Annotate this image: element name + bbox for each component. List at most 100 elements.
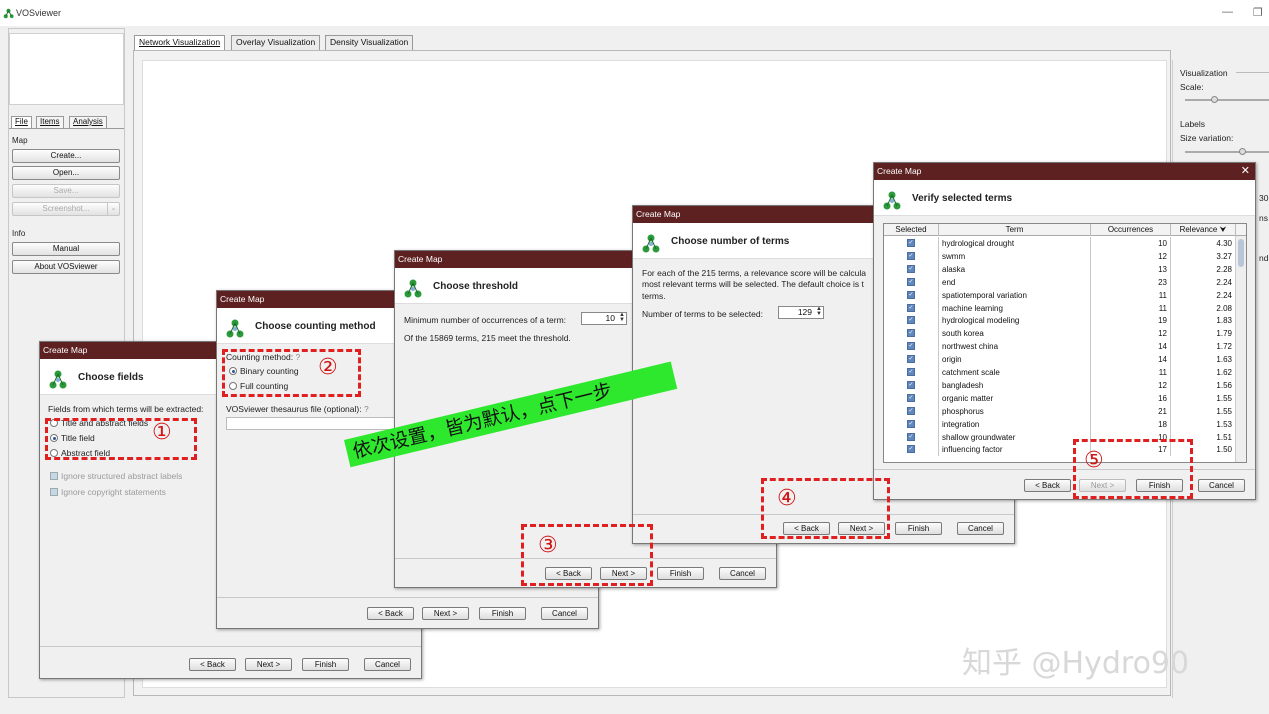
cancel-button[interactable]: Cancel — [957, 522, 1004, 535]
selected-cell: ✓ — [884, 366, 939, 379]
cancel-button[interactable]: Cancel — [1198, 479, 1245, 492]
manual-button[interactable]: Manual — [12, 242, 120, 256]
stepper-arrows-icon[interactable]: ▲ ▼ — [816, 306, 822, 317]
terms-table[interactable]: Selected Term Occurrences Relevance ⮟ ✓ h… — [883, 223, 1247, 463]
num-terms-stepper[interactable]: 129 ▲ ▼ — [778, 306, 824, 319]
occurrences-cell: 12 — [1091, 327, 1171, 341]
column-term[interactable]: Term — [939, 224, 1091, 236]
selected-checkbox[interactable]: ✓ — [907, 290, 915, 299]
table-row[interactable]: ✓ northwest china 14 1.72 — [884, 340, 1236, 354]
selected-checkbox[interactable]: ✓ — [907, 419, 915, 428]
tab-network-visualization[interactable]: Network Visualization — [134, 35, 226, 50]
term-cell: catchment scale — [939, 366, 1091, 379]
selected-checkbox[interactable]: ✓ — [907, 329, 915, 338]
selected-checkbox[interactable]: ✓ — [907, 342, 915, 351]
finish-button[interactable]: Finish — [479, 607, 526, 620]
tab-file[interactable]: File — [11, 116, 32, 128]
table-row[interactable]: ✓ machine learning 11 2.08 — [884, 301, 1236, 315]
selected-checkbox[interactable]: ✓ — [907, 264, 915, 273]
partial-button-text[interactable]: ns — [1259, 213, 1268, 223]
create-button[interactable]: Create... — [12, 149, 120, 163]
finish-button[interactable]: Finish — [302, 658, 349, 671]
term-cell: shallow groundwater — [939, 430, 1091, 444]
screenshot-button[interactable]: Screenshot... ⌄ — [12, 202, 120, 216]
back-button[interactable]: < Back — [189, 658, 236, 671]
ignore-structured-checkbox[interactable] — [50, 472, 58, 480]
table-row[interactable]: ✓ bangladesh 12 1.56 — [884, 378, 1236, 392]
column-selected[interactable]: Selected — [884, 224, 939, 236]
num-terms-label: Number of terms to be selected: — [642, 309, 763, 319]
selected-checkbox[interactable]: ✓ — [907, 445, 915, 454]
table-row[interactable]: ✓ swmm 12 3.27 — [884, 249, 1236, 263]
table-row[interactable]: ✓ organic matter 16 1.55 — [884, 391, 1236, 405]
occurrences-cell: 16 — [1091, 391, 1171, 405]
table-scrollbar[interactable] — [1235, 236, 1246, 462]
selected-checkbox[interactable]: ✓ — [907, 277, 915, 286]
step-marker-2: ② — [318, 355, 338, 380]
tab-analysis[interactable]: Analysis — [69, 116, 107, 128]
table-row[interactable]: ✓ catchment scale 11 1.62 — [884, 366, 1236, 379]
selected-cell: ✓ — [884, 288, 939, 302]
selected-checkbox[interactable]: ✓ — [907, 355, 915, 364]
table-row[interactable]: ✓ phosphorus 21 1.55 — [884, 404, 1236, 418]
finish-button[interactable]: Finish — [657, 567, 704, 580]
scale-slider[interactable] — [1185, 99, 1269, 101]
selected-checkbox[interactable]: ✓ — [907, 380, 915, 389]
finish-button[interactable]: Finish — [895, 522, 942, 535]
close-icon[interactable]: ✕ — [1241, 164, 1250, 177]
selected-checkbox[interactable]: ✓ — [907, 393, 915, 402]
cancel-button[interactable]: Cancel — [364, 658, 411, 671]
table-row[interactable]: ✓ integration 18 1.53 — [884, 417, 1236, 431]
relevance-cell: 1.63 — [1171, 353, 1236, 367]
selected-checkbox[interactable]: ✓ — [907, 368, 915, 376]
min-occurrences-stepper[interactable]: 10 ▲ ▼ — [581, 312, 627, 325]
selected-checkbox[interactable]: ✓ — [907, 251, 915, 260]
size-variation-knob[interactable] — [1239, 148, 1246, 155]
scale-slider-knob[interactable] — [1211, 96, 1218, 103]
description-line-1: For each of the 215 terms, a relevance s… — [642, 268, 866, 278]
thesaurus-label: VOSviewer thesaurus file (optional): ? — [226, 404, 369, 414]
table-row[interactable]: ✓ end 23 2.24 — [884, 275, 1236, 289]
selected-checkbox[interactable]: ✓ — [907, 406, 915, 415]
next-button[interactable]: Next > — [245, 658, 292, 671]
selected-cell: ✓ — [884, 353, 939, 367]
vosviewer-logo-icon — [226, 319, 244, 338]
selected-checkbox[interactable]: ✓ — [907, 303, 915, 312]
column-relevance[interactable]: Relevance ⮟ — [1171, 224, 1236, 236]
cancel-button[interactable]: Cancel — [719, 567, 766, 580]
cancel-button[interactable]: Cancel — [541, 607, 588, 620]
help-icon[interactable]: ? — [364, 404, 369, 414]
thesaurus-input[interactable] — [226, 417, 396, 430]
tab-density-visualization[interactable]: Density Visualization — [325, 35, 414, 50]
table-row[interactable]: ✓ alaska 13 2.28 — [884, 262, 1236, 276]
column-occurrences[interactable]: Occurrences — [1091, 224, 1171, 236]
table-row[interactable]: ✓ hydrological modeling 19 1.83 — [884, 314, 1236, 328]
stepper-arrows-icon[interactable]: ▲ ▼ — [619, 312, 625, 323]
table-row[interactable]: ✓ south korea 12 1.79 — [884, 327, 1236, 341]
minimize-icon[interactable]: — — [1222, 6, 1233, 18]
next-button[interactable]: Next > — [422, 607, 469, 620]
table-row[interactable]: ✓ spatiotemporal variation 11 2.24 — [884, 288, 1236, 302]
scrollbar-thumb[interactable] — [1238, 239, 1244, 267]
about-button[interactable]: About VOSviewer — [12, 260, 120, 274]
selected-cell: ✓ — [884, 237, 939, 250]
table-row[interactable]: ✓ origin 14 1.63 — [884, 353, 1236, 367]
selected-checkbox[interactable]: ✓ — [907, 432, 915, 441]
tab-items[interactable]: Items — [36, 116, 64, 128]
chevron-down-icon[interactable]: ⌄ — [107, 203, 119, 215]
open-button[interactable]: Open... — [12, 166, 120, 180]
back-button[interactable]: < Back — [367, 607, 414, 620]
tab-overlay-visualization[interactable]: Overlay Visualization — [231, 35, 321, 50]
back-button[interactable]: < Back — [1024, 479, 1071, 492]
ignore-copyright-checkbox[interactable] — [50, 488, 58, 496]
selected-checkbox[interactable]: ✓ — [907, 316, 915, 325]
save-button[interactable]: Save... — [12, 184, 120, 198]
selected-checkbox[interactable]: ✓ — [907, 239, 915, 247]
restore-icon[interactable]: ❐ — [1253, 6, 1263, 19]
size-variation-slider[interactable] — [1185, 151, 1269, 153]
relevance-cell: 1.56 — [1171, 378, 1236, 392]
relevance-cell: 1.62 — [1171, 366, 1236, 379]
partial-value: 30 — [1259, 193, 1269, 203]
tab-divider — [9, 128, 124, 129]
table-row[interactable]: ✓ hydrological drought 10 4.30 — [884, 237, 1236, 250]
